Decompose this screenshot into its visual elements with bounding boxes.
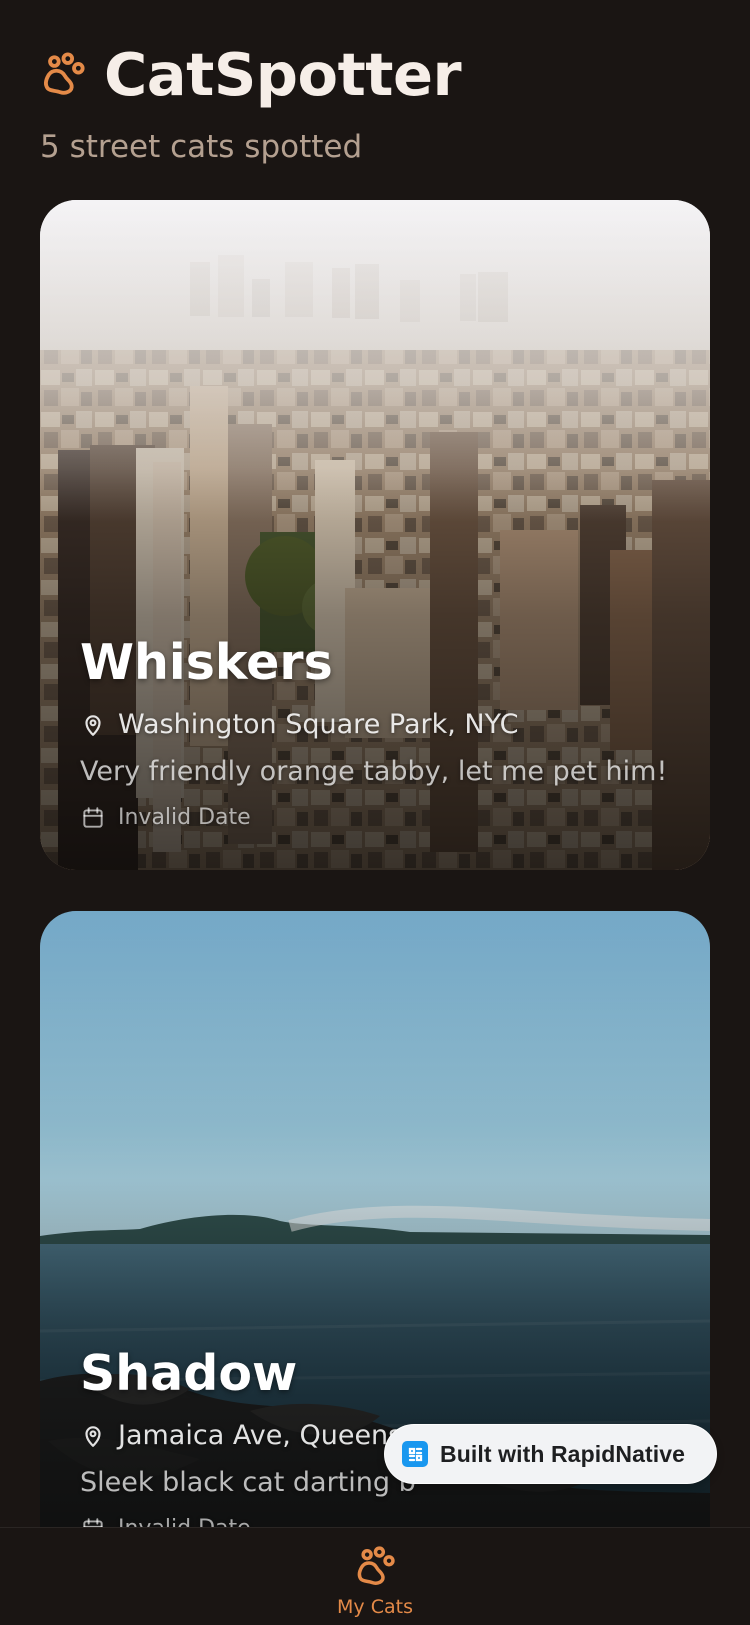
cat-description: Very friendly orange tabby, let me pet h… <box>80 756 668 787</box>
bottom-navigation: My Cats <box>0 1527 750 1625</box>
tab-my-cats[interactable]: My Cats <box>315 1545 435 1617</box>
calendar-icon <box>83 807 103 828</box>
map-pin-icon <box>85 1426 101 1447</box>
app-title: CatSpotter <box>104 39 462 109</box>
map-pin-icon <box>85 715 101 736</box>
spotted-count: 5 street cats spotted <box>40 129 363 165</box>
tab-label: My Cats <box>337 1596 413 1618</box>
location-text: Jamaica Ave, Queens <box>118 1420 403 1451</box>
brand-row: CatSpotter <box>40 36 710 112</box>
paw-icon <box>357 1546 395 1585</box>
paw-icon <box>44 52 85 95</box>
rapidnative-logo-icon <box>402 1441 428 1467</box>
page-header: CatSpotter 5 street cats spotted <box>40 36 710 166</box>
date-row: Invalid Date <box>80 803 676 833</box>
location-row: Washington Square Park, NYC <box>80 708 676 742</box>
cat-name: Shadow <box>80 1345 298 1402</box>
built-with-text: Built with RapidNative <box>440 1440 685 1467</box>
cat-card[interactable]: Whiskers Washington Square Park, NYC Ver… <box>40 200 710 870</box>
cat-name: Whiskers <box>80 634 333 691</box>
spotted-date: Invalid Date <box>118 805 251 830</box>
location-text: Washington Square Park, NYC <box>118 709 519 740</box>
card-content: Whiskers Washington Square Park, NYC Ver… <box>80 638 676 833</box>
built-with-badge[interactable]: Built with RapidNative <box>384 1424 717 1484</box>
